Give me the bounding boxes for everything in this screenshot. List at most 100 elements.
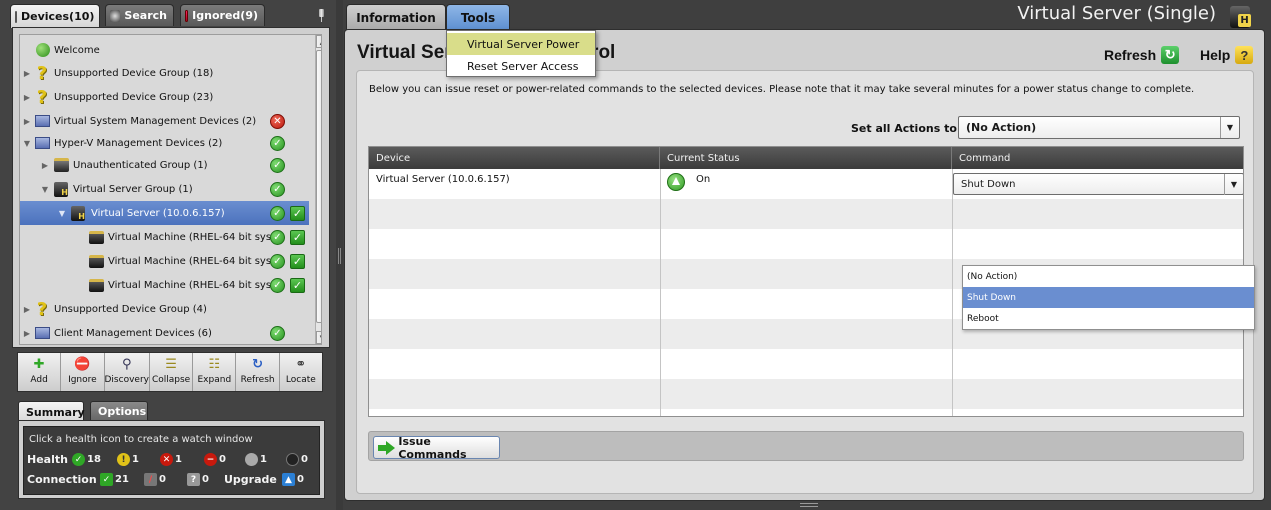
tree-item-unsupported-18[interactable]: ▶ ? Unsupported Device Group (18) <box>20 61 309 85</box>
ok-status-icon[interactable]: ✓ <box>270 253 285 269</box>
scroll-up-icon[interactable]: ▲ <box>316 35 321 48</box>
expand-arrow-icon[interactable]: ▶ <box>23 93 31 102</box>
tree-item-vm-1[interactable]: Virtual Machine (RHEL-64 bit sys ✓ ✓ <box>20 225 309 249</box>
expand-button[interactable]: ☷ Expand <box>193 353 237 391</box>
connection-connected-count[interactable]: ✓ 21 <box>100 473 129 486</box>
tab-search[interactable]: Search <box>105 4 174 26</box>
ok-status-icon[interactable]: ✓ <box>270 135 285 151</box>
ok-status-icon[interactable]: ✓ <box>270 181 285 197</box>
panel-splitter[interactable] <box>336 0 343 510</box>
ok-status-icon[interactable]: ✓ <box>270 277 285 293</box>
upgrade-count[interactable]: ▲ 0 <box>282 473 304 486</box>
column-divider <box>660 169 661 416</box>
menu-item-reset-server-access[interactable]: Reset Server Access <box>447 55 595 77</box>
splitter-grip[interactable] <box>338 248 341 264</box>
option-no-action[interactable]: (No Action) <box>963 266 1254 287</box>
question-icon: ? <box>36 62 48 84</box>
ok-status-icon[interactable]: ✓ <box>270 229 285 245</box>
scroll-thumb[interactable] <box>316 50 321 323</box>
tree-scrollbar[interactable]: ▲ ▼ <box>315 35 321 344</box>
checkbox-checked-icon[interactable]: ✓ <box>290 229 305 245</box>
table-row <box>369 379 1243 409</box>
column-header-status[interactable]: Current Status <box>660 147 952 169</box>
tree-item-unsupported-4[interactable]: ▶ ? Unsupported Device Group (4) <box>20 297 309 321</box>
chevron-down-icon[interactable]: ▼ <box>1224 174 1243 195</box>
help-link[interactable]: Help ? <box>1200 46 1254 64</box>
tab-options[interactable]: Options <box>90 401 148 421</box>
table-row <box>369 409 1243 416</box>
network-group-icon <box>33 324 51 342</box>
connection-disconnected-count[interactable]: /0 <box>144 473 166 486</box>
tab-devices[interactable]: Devices(10) <box>10 4 100 28</box>
scroll-down-icon[interactable]: ▼ <box>316 331 321 344</box>
column-header-command[interactable]: Command <box>952 147 1243 169</box>
issue-commands-button[interactable]: Issue Commands <box>373 435 500 461</box>
collapse-arrow-icon[interactable]: ▼ <box>23 139 31 148</box>
tree-item-virtual-system-mgmt[interactable]: ▶ Virtual System Management Devices (2) … <box>20 109 309 133</box>
menu-item-virtual-server-power[interactable]: Virtual Server Power <box>447 33 595 55</box>
add-button[interactable]: ✚ Add <box>18 353 62 391</box>
expand-arrow-icon[interactable]: ▶ <box>23 305 31 314</box>
device-cell: Virtual Server (10.0.6.157) <box>376 174 510 185</box>
checkbox-checked-icon[interactable]: ✓ <box>290 277 305 293</box>
command-dropdown[interactable]: Shut Down ▼ <box>953 173 1243 195</box>
expand-arrow-icon[interactable]: ▶ <box>23 69 31 78</box>
ok-status-icon[interactable]: ✓ <box>270 325 285 341</box>
tree-item-client-mgmt[interactable]: ▶ Client Management Devices (6) ✓ <box>20 321 309 344</box>
health-off-count[interactable]: 0 <box>286 453 308 466</box>
column-divider <box>952 169 953 416</box>
ok-status-icon[interactable]: ✓ <box>270 157 285 173</box>
vm-icon <box>87 228 105 246</box>
tree-item-virtual-server-group[interactable]: ▼ H Virtual Server Group (1) ✓ <box>20 177 309 201</box>
checkbox-checked-icon[interactable]: ✓ <box>290 205 305 221</box>
tab-tools[interactable]: Tools <box>446 4 510 30</box>
description-text: Below you can issue reset or power-relat… <box>369 84 1195 95</box>
power-control-panel: Below you can issue reset or power-relat… <box>356 70 1255 494</box>
locate-button[interactable]: ⚭ Locate <box>279 353 322 391</box>
pin-icon[interactable] <box>317 9 326 22</box>
tree-item-hyperv-mgmt[interactable]: ▼ Hyper-V Management Devices (2) ✓ <box>20 131 309 155</box>
tree-item-unsupported-23[interactable]: ▶ ? Unsupported Device Group (23) <box>20 85 309 109</box>
health-error-count[interactable]: −0 <box>204 453 226 466</box>
tree-item-vm-3[interactable]: Virtual Machine (RHEL-64 bit sys ✓ ✓ <box>20 273 309 297</box>
add-icon: ✚ <box>33 356 45 372</box>
connection-label: Connection <box>27 473 97 486</box>
tab-summary[interactable]: Summary <box>18 401 85 422</box>
collapse-arrow-icon[interactable]: ▼ <box>58 209 66 218</box>
resize-grip[interactable] <box>800 503 818 507</box>
health-warning-count[interactable]: ! 1 <box>117 453 139 466</box>
upgrade-icon: ▲ <box>282 473 295 486</box>
column-header-device[interactable]: Device <box>369 147 660 169</box>
health-unknown-count[interactable]: 1 <box>245 453 267 466</box>
tree-item-welcome[interactable]: Welcome <box>20 38 309 62</box>
checkbox-checked-icon[interactable]: ✓ <box>290 253 305 269</box>
option-reboot[interactable]: Reboot <box>963 308 1254 329</box>
error-icon: − <box>204 453 217 466</box>
refresh-link[interactable]: Refresh ↻ <box>1104 46 1180 64</box>
tab-information[interactable]: Information <box>346 4 446 30</box>
health-critical-count[interactable]: ✕ 1 <box>160 453 182 466</box>
expand-arrow-icon[interactable]: ▶ <box>41 161 49 170</box>
tree-item-vm-2[interactable]: Virtual Machine (RHEL-64 bit sys ✓ ✓ <box>20 249 309 273</box>
collapse-arrow-icon[interactable]: ▼ <box>41 185 49 194</box>
unknown-icon <box>245 453 258 466</box>
disconnected-icon: / <box>144 473 157 486</box>
refresh-button[interactable]: ↻ Refresh <box>236 353 280 391</box>
tab-ignored[interactable]: Ignored(9) <box>180 4 265 26</box>
option-shut-down[interactable]: Shut Down <box>963 287 1254 308</box>
expand-arrow-icon[interactable]: ▶ <box>23 329 31 338</box>
ignore-button[interactable]: ⛔ Ignore <box>61 353 105 391</box>
main-content: Virtual Server Power Control Refresh ↻ H… <box>344 29 1265 501</box>
health-ok-count[interactable]: ✓ 18 <box>72 453 101 466</box>
error-status-icon[interactable]: ✕ <box>270 113 285 129</box>
set-all-dropdown[interactable]: (No Action) ▼ <box>958 116 1240 139</box>
tree-item-virtual-server[interactable]: ▼ H Virtual Server (10.0.6.157) ✓ ✓ <box>20 201 309 225</box>
tree-item-unauthenticated[interactable]: ▶ Unauthenticated Group (1) ✓ <box>20 153 309 177</box>
connection-unknown-count[interactable]: ? 0 <box>187 473 209 486</box>
chevron-down-icon[interactable]: ▼ <box>1220 117 1239 138</box>
collapse-button[interactable]: ☰ Collapse <box>149 353 194 391</box>
refresh-icon: ↻ <box>1161 46 1180 64</box>
ok-status-icon[interactable]: ✓ <box>270 205 285 221</box>
expand-arrow-icon[interactable]: ▶ <box>23 117 31 126</box>
discovery-button[interactable]: ⚲ Discovery <box>104 353 150 391</box>
